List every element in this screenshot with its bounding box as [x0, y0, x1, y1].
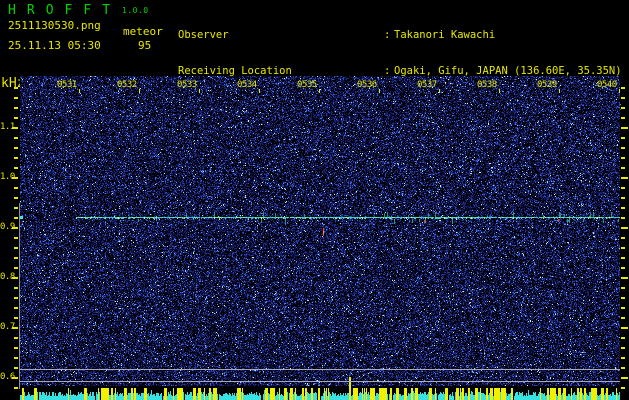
freq-minor-tick-right: [621, 217, 625, 219]
freq-minor-tick-left: [14, 217, 18, 219]
spectrogram-canvas: [20, 76, 620, 400]
hrofft-window: H R O F F T 1.0.0 2511130530.png meteor …: [0, 0, 629, 400]
freq-minor-tick-left: [14, 367, 18, 369]
freq-major-tick-right: [621, 227, 628, 229]
app-version: 1.0.0: [122, 6, 149, 15]
freq-minor-tick-right: [621, 237, 625, 239]
freq-minor-tick-right: [621, 347, 625, 349]
freq-minor-tick-left: [14, 287, 18, 289]
time-tick-label: 0539: [537, 80, 557, 90]
colon-separator: :: [384, 29, 391, 41]
time-tick-mark: [259, 89, 260, 93]
time-tick-label: 0537: [417, 80, 437, 90]
freq-minor-tick-left: [14, 197, 18, 199]
freq-minor-tick-right: [621, 287, 625, 289]
freq-major-tick-left: [12, 177, 18, 179]
freq-minor-tick-right: [621, 337, 625, 339]
freq-minor-tick-right: [621, 97, 625, 99]
time-tick-label: 0535: [297, 80, 317, 90]
freq-minor-tick-left: [14, 167, 18, 169]
freq-minor-tick-right: [621, 197, 625, 199]
freq-major-tick-right: [621, 177, 628, 179]
freq-minor-tick-left: [14, 317, 18, 319]
freq-minor-tick-right: [621, 117, 625, 119]
freq-minor-tick-left: [14, 107, 18, 109]
time-tick-label: 0540: [597, 80, 617, 90]
time-tick-label: 0533: [177, 80, 197, 90]
freq-major-tick-right: [621, 127, 628, 129]
time-tick-mark: [439, 89, 440, 93]
freq-minor-tick-right: [621, 187, 625, 189]
freq-minor-tick-right: [621, 367, 625, 369]
freq-minor-tick-right: [621, 167, 625, 169]
time-tick-label: 0538: [477, 80, 497, 90]
time-tick-mark: [139, 89, 140, 93]
freq-major-tick-left: [12, 277, 18, 279]
time-tick-mark: [319, 89, 320, 93]
app-title: H R O F F T: [8, 3, 112, 18]
freq-minor-tick-left: [14, 337, 18, 339]
station-value: Takanori Kawachi: [394, 29, 496, 41]
time-tick-label: 0534: [237, 80, 257, 90]
time-tick-label: 0531: [57, 80, 77, 90]
freq-minor-tick-left: [14, 117, 18, 119]
freq-minor-tick-right: [621, 137, 625, 139]
freq-minor-tick-left: [14, 87, 18, 89]
time-tick-mark: [619, 89, 620, 93]
capture-datetime: 25.11.13 05:30: [8, 39, 101, 52]
time-tick-mark: [379, 89, 380, 93]
plot-left-edge-line: [19, 203, 20, 389]
freq-minor-tick-left: [14, 97, 18, 99]
freq-minor-tick-right: [621, 107, 625, 109]
time-tick-mark: [559, 89, 560, 93]
freq-minor-tick-left: [14, 247, 18, 249]
freq-minor-tick-right: [621, 387, 625, 389]
freq-minor-tick-left: [14, 357, 18, 359]
freq-major-tick-right: [621, 327, 628, 329]
time-tick-mark: [79, 89, 80, 93]
freq-minor-tick-right: [621, 87, 625, 89]
freq-minor-tick-right: [621, 267, 625, 269]
freq-major-tick-right: [621, 377, 628, 379]
freq-major-tick-left: [12, 127, 18, 129]
freq-major-tick-left: [12, 377, 18, 379]
time-tick-label: 0536: [357, 80, 377, 90]
freq-minor-tick-left: [14, 257, 18, 259]
level-divider-line-upper: [20, 369, 620, 370]
time-tick-mark: [499, 89, 500, 93]
freq-major-tick-left: [12, 327, 18, 329]
freq-minor-tick-left: [14, 207, 18, 209]
freq-minor-tick-right: [621, 257, 625, 259]
freq-major-tick-left: [12, 227, 18, 229]
capture-filename: 2511130530.png: [8, 19, 101, 32]
freq-minor-tick-right: [621, 207, 625, 209]
freq-minor-tick-right: [621, 147, 625, 149]
freq-minor-tick-right: [621, 317, 625, 319]
freq-minor-tick-right: [621, 247, 625, 249]
freq-minor-tick-left: [14, 297, 18, 299]
freq-minor-tick-left: [14, 137, 18, 139]
echo-count: 95: [138, 39, 152, 52]
freq-minor-tick-left: [14, 387, 18, 389]
station-row-observer: Observer: Takanori Kawachi: [178, 29, 622, 41]
freq-minor-tick-right: [621, 307, 625, 309]
level-divider-line-lower: [20, 381, 620, 382]
freq-major-tick-right: [621, 277, 628, 279]
freq-minor-tick-left: [14, 347, 18, 349]
freq-minor-tick-right: [621, 157, 625, 159]
station-label: Observer: [178, 29, 229, 41]
time-tick-mark: [199, 89, 200, 93]
freq-minor-tick-left: [14, 267, 18, 269]
freq-minor-tick-left: [14, 147, 18, 149]
observation-mode-label: meteor: [123, 25, 163, 38]
freq-minor-tick-left: [14, 187, 18, 189]
freq-minor-tick-right: [621, 357, 625, 359]
freq-minor-tick-right: [621, 297, 625, 299]
spectrogram-area: 0531 0532 0533 0534 0535 0536 0537 0538 0539 0540: [20, 76, 620, 400]
time-tick-label: 0532: [117, 80, 137, 90]
freq-minor-tick-left: [14, 307, 18, 309]
freq-minor-tick-left: [14, 157, 18, 159]
freq-minor-tick-left: [14, 237, 18, 239]
